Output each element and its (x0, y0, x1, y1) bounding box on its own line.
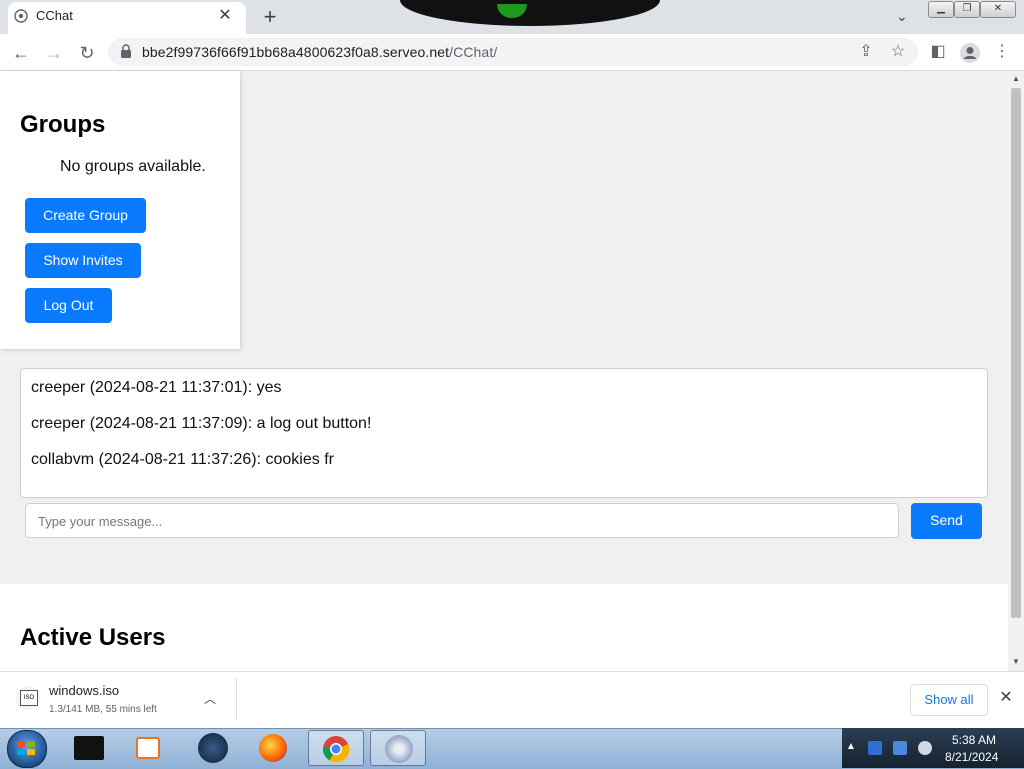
show-invites-button[interactable]: Show Invites (25, 243, 141, 278)
taskbar-chrome-app[interactable] (308, 730, 364, 766)
terminal-icon (74, 736, 104, 760)
restore-button[interactable]: ❐ (954, 1, 980, 18)
dark-globe-icon (198, 733, 228, 763)
taskbar-browser-app[interactable] (186, 730, 242, 766)
chat-message: creeper (2024-08-21 11:37:01): yes (31, 379, 282, 396)
url-path: /CChat/ (449, 44, 498, 60)
media-player-icon (136, 737, 160, 759)
taskbar-disk-app[interactable] (370, 730, 426, 766)
chevron-up-icon[interactable]: ︿ (204, 690, 216, 707)
globe-icon (14, 9, 28, 23)
clock-time[interactable]: 5:38 AM (952, 733, 996, 747)
message-input[interactable]: Type your message... (25, 503, 899, 538)
chrome-icon (322, 736, 350, 763)
url-host: bbe2f99736f66f91bb68a4800623f0a8.serveo.… (142, 44, 450, 60)
taskbar-firefox-app[interactable] (246, 730, 302, 766)
clock-date[interactable]: 8/21/2024 (945, 750, 998, 764)
disk-icon (385, 735, 413, 763)
chat-message: creeper (2024-08-21 11:37:09): a log out… (31, 415, 372, 432)
window-close-button[interactable]: ✕ (980, 1, 1016, 18)
bookmark-star-icon[interactable]: ☆ (886, 40, 910, 64)
no-groups-text: No groups available. (60, 158, 206, 175)
download-file-name[interactable]: windows.iso (49, 683, 119, 698)
scroll-down-arrow-icon[interactable]: ▼ (1008, 655, 1024, 669)
send-button[interactable]: Send (911, 503, 982, 539)
network-icon[interactable] (893, 741, 907, 755)
lock-icon[interactable] (120, 44, 132, 58)
log-out-button[interactable]: Log Out (25, 288, 112, 323)
scroll-up-arrow-icon[interactable]: ▲ (1008, 72, 1024, 86)
url-text[interactable]: bbe2f99736f66f91bb68a4800623f0a8.serveo.… (142, 44, 497, 60)
new-tab-button[interactable]: + (256, 4, 284, 32)
volume-icon[interactable] (918, 741, 932, 755)
iso-file-icon: ISO (20, 690, 38, 706)
windows-logo-icon (17, 741, 35, 755)
tab-close-icon[interactable]: ✕ (215, 6, 235, 26)
groups-heading: Groups (20, 111, 106, 138)
tab-title: CChat (36, 8, 73, 23)
download-divider (236, 678, 237, 720)
download-status: 1.3/141 MB, 55 mins left (49, 704, 157, 715)
tab-search-chevron-icon[interactable]: ⌄ (896, 8, 908, 25)
kebab-menu-icon[interactable]: ⋮ (990, 40, 1014, 64)
create-group-button[interactable]: Create Group (25, 198, 146, 233)
side-panel-icon[interactable]: ◧ (926, 40, 950, 64)
reload-icon[interactable]: ↻ (74, 40, 100, 66)
tray-app-icon[interactable] (868, 741, 882, 755)
show-all-button[interactable]: Show all (910, 684, 988, 716)
download-bar (0, 671, 1024, 729)
share-icon[interactable]: ⇪ (854, 40, 878, 64)
chat-message: collabvm (2024-08-21 11:37:26): cookies … (31, 451, 334, 468)
profile-avatar-icon[interactable] (959, 42, 981, 64)
taskbar-terminal-app[interactable] (62, 730, 118, 766)
minimize-button[interactable]: ▁ (928, 1, 954, 18)
download-bar-close-icon[interactable]: ✕ (996, 688, 1016, 708)
taskbar-media-player-app[interactable] (122, 730, 178, 766)
forward-arrow-icon[interactable]: → (41, 40, 67, 66)
back-arrow-icon[interactable]: ← (8, 40, 34, 66)
scrollbar-thumb[interactable] (1011, 88, 1021, 618)
firefox-icon (259, 734, 287, 762)
active-users-heading: Active Users (20, 624, 166, 651)
tray-expand-icon[interactable]: ▲ (846, 741, 856, 752)
